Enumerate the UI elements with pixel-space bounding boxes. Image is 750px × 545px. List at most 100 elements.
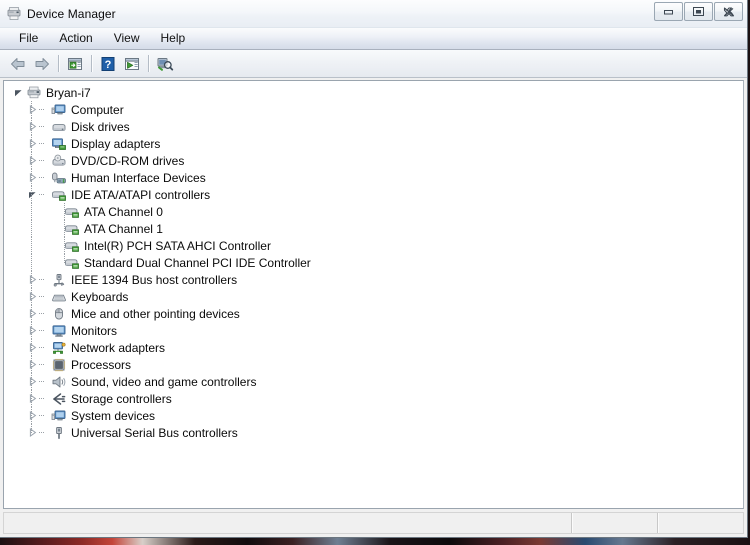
expand-computer-icon[interactable] [26, 101, 39, 118]
tree-row-mice[interactable]: Mice and other pointing devices [4, 305, 743, 322]
tree-row-processors[interactable]: Processors [4, 356, 743, 373]
tree-label-computer: Computer [71, 102, 124, 117]
device-tree-panel[interactable]: Bryan-i7 Computer Disk drives Display ad… [3, 80, 744, 509]
menu-file[interactable]: File [10, 30, 47, 47]
tree-label-monitors: Monitors [71, 323, 118, 338]
status-bar [3, 512, 744, 534]
svg-text:?: ? [104, 59, 111, 71]
menu-action[interactable]: Action [50, 30, 101, 47]
ata-channel-icon [63, 203, 81, 220]
tree-row-storage-controllers[interactable]: Storage controllers [4, 390, 743, 407]
tree-row-disk-drives[interactable]: Disk drives [4, 118, 743, 135]
tree-label-root: Bryan-i7 [46, 85, 91, 100]
device-manager-icon [6, 6, 22, 22]
expand-display-adapters-icon[interactable] [26, 135, 39, 152]
system-device-icon [50, 407, 68, 424]
tree-row-system-devices[interactable]: System devices [4, 407, 743, 424]
toolbar: ? [0, 50, 747, 78]
tree-row-ieee1394[interactable]: IEEE 1394 Bus host controllers [4, 271, 743, 288]
expand-keyboards-icon[interactable] [26, 288, 39, 305]
expand-monitors-icon[interactable] [26, 322, 39, 339]
expand-mice-icon[interactable] [26, 305, 39, 322]
help-icon[interactable]: ? [96, 53, 119, 75]
tree-row-display-adapters[interactable]: Display adapters [4, 135, 743, 152]
expand-usb-controllers-icon[interactable] [26, 424, 39, 441]
tree-label-system-devices: System devices [71, 408, 156, 423]
update-driver-icon[interactable] [120, 53, 143, 75]
minimize-button[interactable] [654, 2, 683, 21]
status-message [4, 513, 571, 533]
ieee1394-icon [50, 271, 68, 288]
tree-row-ide-controllers[interactable]: IDE ATA/ATAPI controllers [4, 186, 743, 203]
sound-icon [50, 373, 68, 390]
tree-row-usb-controllers[interactable]: Universal Serial Bus controllers [4, 424, 743, 441]
disk-drive-icon [50, 118, 68, 135]
tree-row-dvd-drives[interactable]: DVD/CD-ROM drives [4, 152, 743, 169]
ide-controller-icon [50, 186, 68, 203]
menu-view[interactable]: View [105, 30, 149, 47]
close-button[interactable] [714, 2, 743, 21]
tree-row-root[interactable]: Bryan-i7 [4, 84, 743, 101]
tree-label-ieee1394: IEEE 1394 Bus host controllers [71, 272, 238, 287]
back-arrow-icon[interactable] [6, 53, 29, 75]
monitor-icon [50, 322, 68, 339]
tree-label-ata-channel-1: ATA Channel 1 [84, 221, 163, 236]
computer-icon [50, 101, 68, 118]
status-segment-2 [657, 513, 743, 533]
network-adapter-icon [50, 339, 68, 356]
tree-label-display-adapters: Display adapters [71, 136, 161, 151]
maximize-button[interactable] [684, 2, 713, 21]
expand-dvd-drives-icon[interactable] [26, 152, 39, 169]
collapse-ide-controllers-icon[interactable] [26, 186, 39, 203]
tree-row-ata-channel-0[interactable]: ATA Channel 0 [4, 203, 743, 220]
menu-bar: File Action View Help [0, 28, 747, 50]
tree-label-keyboards: Keyboards [71, 289, 129, 304]
toolbar-separator [58, 55, 59, 72]
keyboard-icon [50, 288, 68, 305]
tree-label-storage-controllers: Storage controllers [71, 391, 172, 406]
tree-row-hid[interactable]: Human Interface Devices [4, 169, 743, 186]
expand-system-devices-icon[interactable] [26, 407, 39, 424]
tree-label-intel-ahci: Intel(R) PCH SATA AHCI Controller [84, 238, 271, 253]
tree-row-ata-channel-1[interactable]: ATA Channel 1 [4, 220, 743, 237]
tree-row-sound[interactable]: Sound, video and game controllers [4, 373, 743, 390]
tree-row-intel-ahci[interactable]: Intel(R) PCH SATA AHCI Controller [4, 237, 743, 254]
ata-channel-icon [63, 254, 81, 271]
expand-processors-icon[interactable] [26, 356, 39, 373]
expand-disk-drives-icon[interactable] [26, 118, 39, 135]
tree-label-sound: Sound, video and game controllers [71, 374, 257, 389]
tree-label-mice: Mice and other pointing devices [71, 306, 240, 321]
computer-node-icon [25, 84, 43, 101]
ata-channel-icon [63, 237, 81, 254]
expand-ieee1394-icon[interactable] [26, 271, 39, 288]
toolbar-separator [91, 55, 92, 72]
mouse-icon [50, 305, 68, 322]
tree-label-standard-dual-channel: Standard Dual Channel PCI IDE Controller [84, 255, 311, 270]
tree-row-network-adapters[interactable]: Network adapters [4, 339, 743, 356]
tree-row-monitors[interactable]: Monitors [4, 322, 743, 339]
usb-controller-icon [50, 424, 68, 441]
window-title: Device Manager [27, 6, 116, 21]
storage-controller-icon [50, 390, 68, 407]
forward-arrow-icon[interactable] [30, 53, 53, 75]
expand-collapse-root-icon[interactable] [12, 84, 25, 101]
scan-hardware-changes-icon[interactable] [153, 53, 176, 75]
tree-row-standard-dual-channel[interactable]: Standard Dual Channel PCI IDE Controller [4, 254, 743, 271]
tree-label-hid: Human Interface Devices [71, 170, 206, 185]
expand-sound-icon[interactable] [26, 373, 39, 390]
status-segment-1 [571, 513, 657, 533]
tree-row-computer[interactable]: Computer [4, 101, 743, 118]
expand-storage-controllers-icon[interactable] [26, 390, 39, 407]
tree-row-keyboards[interactable]: Keyboards [4, 288, 743, 305]
tree-label-ata-channel-0: ATA Channel 0 [84, 204, 163, 219]
expand-network-adapters-icon[interactable] [26, 339, 39, 356]
tree-label-processors: Processors [71, 357, 132, 372]
properties-icon[interactable] [63, 53, 86, 75]
tree-label-network-adapters: Network adapters [71, 340, 166, 355]
processor-icon [50, 356, 68, 373]
display-adapter-icon [50, 135, 68, 152]
menu-help[interactable]: Help [152, 30, 195, 47]
expand-hid-icon[interactable] [26, 169, 39, 186]
tree-label-disk-drives: Disk drives [71, 119, 130, 134]
tree-label-dvd-drives: DVD/CD-ROM drives [71, 153, 185, 168]
